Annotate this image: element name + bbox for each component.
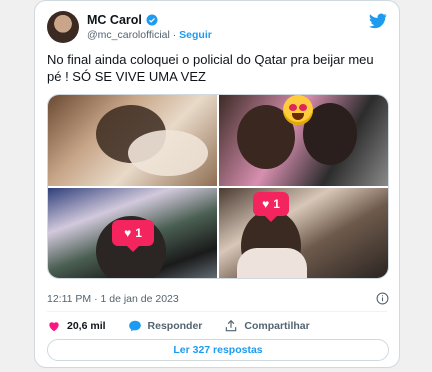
media-photo-1[interactable] [48,95,217,186]
like-badge-count: 1 [135,225,142,240]
like-badge: ♥ 1 [112,219,154,252]
reply-label: Responder [147,320,203,332]
avatar[interactable] [47,11,79,43]
author-handle[interactable]: @mc_carolofficial [87,29,170,41]
tweet-card[interactable]: MC Carol @mc_carolofficial · Seguir No f… [34,0,400,368]
author-name[interactable]: MC Carol [87,13,142,27]
media-photo-3[interactable]: ♥ 1 [48,187,217,278]
verified-badge-icon [146,14,158,26]
heart-icon: ♥ [124,225,132,240]
reply-bubble-icon [128,320,141,332]
media-photo-2[interactable] [219,95,388,186]
separator-dot: · [172,29,177,41]
follow-button[interactable]: Seguir [179,29,212,41]
tweet-header: MC Carol @mc_carolofficial · Seguir [47,11,387,45]
tweet-text: No final ainda coloquei o policial do Qa… [47,52,374,84]
share-upload-icon [226,319,237,332]
like-count: 20,6 mil [67,320,106,332]
twitter-bird-icon[interactable] [369,13,387,29]
timestamp[interactable]: 12:11 PM · 1 de jan de 2023 [47,293,179,305]
share-button[interactable]: Compartilhar [224,319,310,333]
media-grid: ♥ 1 ♥ 1 [47,94,389,279]
like-badge: ♥ 1 [253,191,289,222]
info-icon[interactable] [376,292,389,305]
like-button[interactable]: 20,6 mil [47,319,106,333]
read-replies-button[interactable]: Ler 327 respostas [47,339,389,361]
heart-eyes-emoji-icon [283,95,313,125]
like-badge-count: 1 [273,196,280,211]
action-bar: 20,6 mil Responder Compartilhar [47,319,310,333]
media-photo-4[interactable]: ♥ 1 [219,187,388,278]
share-label: Compartilhar [244,320,310,332]
heart-icon: ♥ [262,196,270,211]
heart-icon [49,322,59,332]
timestamp-row: 12:11 PM · 1 de jan de 2023 [47,292,389,305]
author-info: MC Carol @mc_carolofficial · Seguir [87,13,212,41]
reply-button[interactable]: Responder [128,319,203,333]
divider [47,311,387,312]
